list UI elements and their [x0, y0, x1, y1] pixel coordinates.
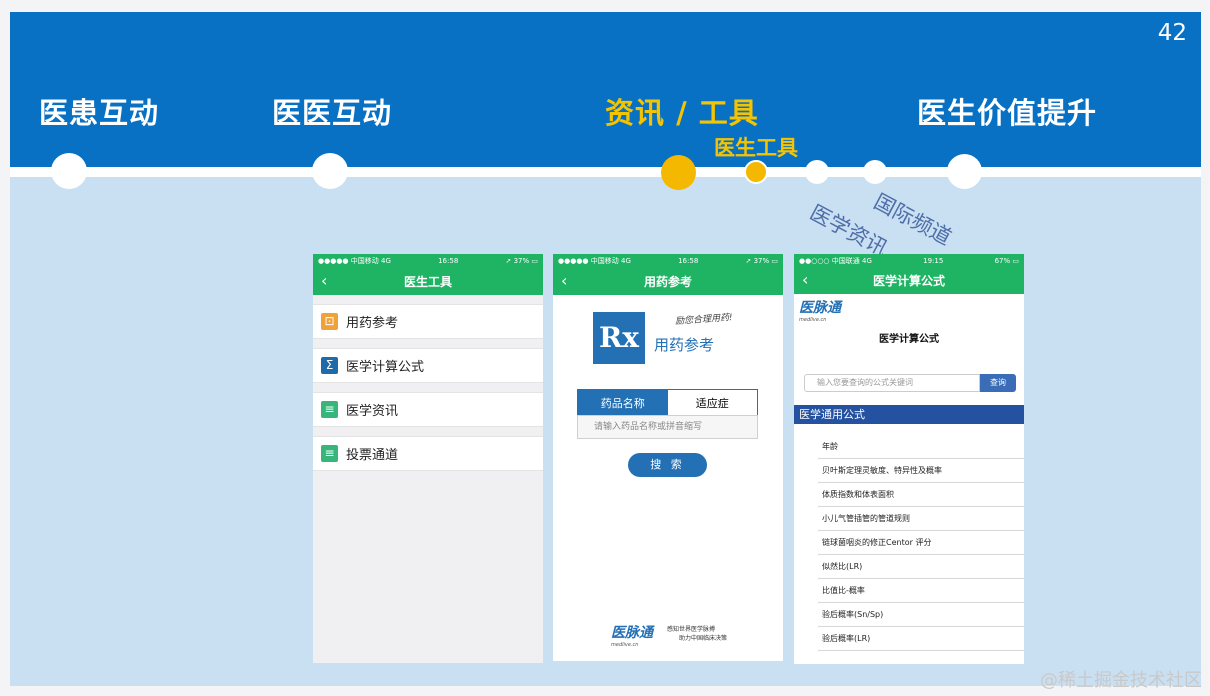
drug-search-input[interactable]: 请输入药品名称或拼音缩写 [577, 415, 758, 439]
time-label: 16:58 [678, 257, 699, 265]
list-item[interactable]: 验后概率(LR) [818, 627, 1024, 651]
battery-label: ➚ 37% ▭ [505, 257, 539, 265]
status-bar: ●●●●● 中国移动 4G 16:58 ➚ 37% ▭ [553, 254, 783, 268]
list-item[interactable]: 链球菌咽炎的修正Centor 评分 [818, 531, 1024, 555]
app-slogan: 励您合理用药! [674, 312, 733, 327]
carrier-label: ●●●●● 中国移动 4G [318, 257, 391, 265]
document-icon: ≡ [321, 445, 338, 462]
timeline-node-small [805, 160, 829, 184]
timeline-node-active [661, 155, 696, 190]
app-name: 用药参考 [654, 336, 715, 354]
slide: 42 医患互动 医医互动 资讯 / 工具 医生价值提升 医生工具 医学资讯 国际… [10, 12, 1201, 686]
brand-name: 医脉通 [799, 300, 841, 316]
phone-medicine-reference: ●●●●● 中国移动 4G 16:58 ➚ 37% ▭ ‹ 用药参考 Rx 励您… [553, 254, 783, 661]
nav-title: 用药参考 [643, 275, 692, 289]
phone-doctor-tools: ●●●●● 中国移动 4G 16:58 ➚ 37% ▭ ‹ 医生工具 ⊡ 用药参… [313, 254, 543, 663]
menu-item-news[interactable]: ≡ 医学资讯 [313, 392, 543, 427]
stage-doctor-value: 医生价值提升 [917, 96, 1098, 130]
nav-title: 医生工具 [403, 275, 452, 289]
brand-logo: 医脉通 medlive.cn [611, 622, 653, 648]
stage-doctor-doctor: 医医互动 [272, 96, 393, 130]
stage-doctor-patient: 医患互动 [39, 96, 160, 130]
timeline-node-sub-active [744, 160, 768, 184]
timeline-node-small [863, 160, 887, 184]
nav-title: 医学计算公式 [872, 274, 945, 288]
sub-stage-label: 医生工具 [714, 136, 798, 160]
carrier-label: ●●○○○ 中国联通 4G [799, 256, 872, 265]
document-icon: ≡ [321, 401, 338, 418]
timeline-node [947, 154, 982, 189]
menu-item-label: 医学资讯 [346, 404, 399, 419]
stage-info-tools: 资讯 / 工具 [605, 96, 759, 130]
chevron-left-icon[interactable]: ‹ [321, 271, 327, 290]
list-item[interactable]: 比值比-概率 [818, 579, 1024, 603]
brand-slogan-line: 感知世界医学脉搏 [667, 626, 716, 633]
tab-indication[interactable]: 适应症 [668, 390, 758, 415]
status-bar: ●●●●● 中国移动 4G 16:58 ➚ 37% ▭ [313, 254, 543, 268]
menu-item-label: 用药参考 [346, 316, 399, 331]
chevron-left-icon[interactable]: ‹ [561, 271, 567, 290]
status-bar: ●●○○○ 中国联通 4G 19:15 67% ▭ [794, 254, 1024, 267]
time-label: 19:15 [923, 256, 944, 265]
battery-label: 67% ▭ [994, 256, 1019, 265]
menu-item-medicine[interactable]: ⊡ 用药参考 [313, 304, 543, 339]
menu-item-label: 投票通道 [346, 448, 399, 463]
menu-item-label: 医学计算公式 [346, 360, 425, 375]
medicine-icon: ⊡ [321, 313, 338, 330]
phone-formulas: ●●○○○ 中国联通 4G 19:15 67% ▭ ‹ 医学计算公式 医脉通 m… [794, 254, 1024, 664]
list-item[interactable]: 贝叶斯定理灵敏度、特异性及概率 [818, 459, 1024, 483]
brand-slogan-line: 助力中国临床决策 [679, 635, 728, 642]
list-item[interactable]: 似然比(LR) [818, 555, 1024, 579]
time-label: 16:58 [438, 257, 459, 265]
nav-bar: ‹ 医生工具 [313, 268, 543, 295]
brand-name: 医脉通 [611, 625, 653, 641]
brand-logo: 医脉通 medlive.cn [799, 297, 841, 323]
formula-list: 年龄 贝叶斯定理灵敏度、特异性及概率 体质指数和体表面积 小儿气管插管的管道规则… [794, 435, 1024, 651]
battery-label: ➚ 37% ▭ [745, 257, 779, 265]
nav-bar: ‹ 医学计算公式 [794, 267, 1024, 294]
menu-item-formula[interactable]: Σ 医学计算公式 [313, 348, 543, 383]
section-header: 医学通用公式 [794, 405, 1024, 424]
brand-slogan: 感知世界医学脉搏 助力中国临床决策 [667, 625, 727, 643]
menu-item-vote[interactable]: ≡ 投票通道 [313, 436, 543, 471]
page-title: 医学计算公式 [879, 334, 939, 345]
list-item[interactable]: 验后概率(Sn/Sp) [818, 603, 1024, 627]
tab-drug-name[interactable]: 药品名称 [578, 390, 668, 415]
sigma-icon: Σ [321, 357, 338, 374]
list-item[interactable]: 小儿气管插管的管道规则 [818, 507, 1024, 531]
timeline-node [51, 153, 87, 189]
watermark: @稀土掘金技术社区 [1040, 670, 1202, 691]
carrier-label: ●●●●● 中国移动 4G [558, 257, 631, 265]
query-button[interactable]: 查询 [980, 374, 1016, 392]
list-item[interactable]: 体质指数和体表面积 [818, 483, 1024, 507]
chevron-left-icon[interactable]: ‹ [802, 270, 808, 289]
search-button[interactable]: 搜 索 [628, 453, 707, 477]
nav-bar: ‹ 用药参考 [553, 268, 783, 295]
formula-search-input[interactable]: 输入您要查询的公式关键词 [804, 374, 980, 392]
list-item[interactable]: 年龄 [818, 435, 1024, 459]
timeline-line [10, 167, 1201, 177]
brand-url: medlive.cn [799, 317, 827, 323]
rx-logo: Rx [593, 312, 645, 364]
brand-url: medlive.cn [611, 642, 639, 648]
search-tabs: 药品名称 适应症 [577, 389, 758, 416]
timeline-node [312, 153, 348, 189]
page-number: 42 [1157, 20, 1187, 46]
